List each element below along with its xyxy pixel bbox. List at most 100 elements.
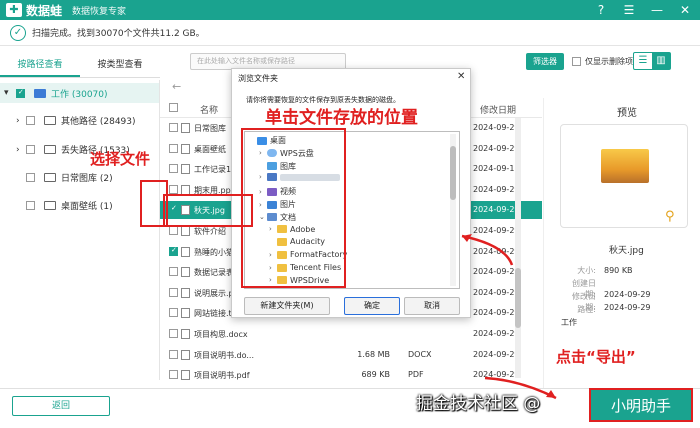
folder-tree-scrollbar[interactable]	[450, 134, 456, 286]
file-size: 689 KB	[361, 370, 390, 380]
app-subtitle: 数据恢复专家	[72, 6, 127, 17]
zoom-icon[interactable]: ⚲	[665, 209, 675, 224]
tab-by-type[interactable]: 按类型查看	[80, 54, 160, 77]
meta-path-value: 工作	[561, 318, 577, 327]
file-icon	[181, 143, 190, 154]
show-deleted-label: 仅显示删除项	[585, 57, 633, 66]
file-icon	[181, 370, 190, 381]
dialog-title: 浏览文件夹	[238, 74, 278, 83]
checkbox-box[interactable]	[169, 370, 178, 380]
checkbox-box[interactable]	[169, 267, 178, 277]
checkbox-box[interactable]	[169, 226, 178, 235]
checkbox-box[interactable]	[169, 329, 178, 338]
preview-view-icon[interactable]: ▥	[652, 53, 670, 69]
file-icon	[181, 308, 190, 319]
file-name: 熟睡的小猫	[194, 247, 234, 257]
show-deleted-toggle[interactable]: 仅显示删除项	[572, 56, 633, 67]
ok-button[interactable]: 确定	[344, 297, 400, 315]
preview-panel: 预览 ⚲ 秋天.jpg 大小: 890 KB 创建日期: 2024-09-29 修改…	[543, 98, 700, 388]
file-name: 数据记录表	[194, 268, 234, 278]
select-all-checkbox[interactable]	[169, 103, 178, 112]
view-mode-buttons: ☰ ▥	[633, 52, 671, 70]
header-name: 名称	[200, 106, 219, 116]
table-row[interactable]: 项目说明书.do... 1.68 MB DOCX 2024-09-29	[160, 346, 542, 364]
table-row[interactable]: 项目构思.docx 2024-09-29	[160, 325, 542, 343]
file-date: 2024-09-29	[473, 143, 520, 153]
file-date: 2024-09-29	[473, 184, 520, 194]
file-name: 说明展示.p	[194, 288, 234, 298]
file-date: 2024-09-29	[473, 123, 520, 132]
file-date: 2024-09-29	[473, 267, 520, 277]
help-icon[interactable]: ?	[594, 2, 608, 18]
annotation-select-file: 选择文件	[90, 150, 151, 168]
watermark: 掘金技术社区 @	[416, 394, 541, 414]
preview-thumbnail-box: ⚲	[560, 124, 688, 228]
file-icon	[181, 267, 190, 278]
menu-icon[interactable]: ☰	[622, 2, 636, 18]
file-list-scrollbar[interactable]	[515, 118, 521, 378]
scrollbar-thumb[interactable]	[515, 268, 521, 328]
checkbox-box[interactable]	[169, 246, 178, 256]
file-date: 2024-09-29	[473, 246, 520, 256]
checkbox-box[interactable]	[169, 123, 178, 132]
title-bar: ✚ 数据蛙 数据恢复专家 ? ☰ — ✕	[0, 0, 700, 20]
file-name: 日常图库	[194, 124, 226, 133]
scan-status-text: 扫描完成。找到30070个文件共11.2 GB。	[32, 29, 205, 39]
file-icon	[181, 226, 190, 236]
checkbox-box[interactable]	[169, 143, 178, 153]
export-button[interactable]: 小明助手	[589, 388, 693, 422]
sidebar	[0, 80, 160, 380]
file-date: 2024-09-29	[473, 287, 520, 297]
cancel-button[interactable]: 取消	[404, 297, 460, 315]
back-arrow-icon[interactable]: ←	[172, 80, 181, 93]
preview-file-name: 秋天.jpg	[609, 246, 644, 256]
show-deleted-checkbox[interactable]	[572, 57, 581, 66]
new-folder-button[interactable]: 新建文件夹(M)	[244, 297, 330, 315]
file-type: PDF	[408, 370, 424, 380]
file-date: 2024-09-29	[473, 329, 520, 338]
frog-logo-icon: ✚	[6, 3, 22, 17]
preview-title: 预览	[617, 108, 637, 119]
file-date: 2024-09-29	[473, 205, 520, 215]
checkbox-box[interactable]	[169, 287, 178, 297]
file-icon	[181, 349, 190, 360]
file-date: 2024-09-29	[473, 370, 520, 380]
tab-by-path[interactable]: 按路径查看	[0, 54, 80, 77]
file-name: 网站链接.t	[194, 309, 232, 319]
filter-button[interactable]: 筛选器	[526, 53, 564, 70]
file-icon	[181, 329, 190, 339]
folder-tree-scroll-thumb[interactable]	[450, 146, 456, 200]
meta-size: 大小: 890 KB	[577, 266, 633, 275]
file-icon	[181, 246, 190, 257]
app-logo-text: 数据蛙	[26, 3, 63, 18]
file-name: 项目说明书.do...	[194, 350, 255, 360]
back-button[interactable]: 返回	[12, 396, 110, 416]
file-type: DOCX	[408, 349, 432, 359]
dialog-close-icon[interactable]: ✕	[457, 71, 465, 82]
file-icon	[181, 123, 190, 133]
file-date: 2024-09-29	[473, 308, 520, 318]
app-logo: ✚ 数据蛙	[6, 2, 62, 19]
annotation-click-location: 单击文件存放的位置	[265, 108, 418, 128]
file-icon	[181, 164, 190, 175]
file-icon	[181, 287, 190, 298]
table-row[interactable]: 项目说明书.pdf 689 KB PDF 2024-09-29	[160, 366, 542, 384]
checkbox-box[interactable]	[169, 349, 178, 359]
minimize-icon[interactable]: —	[650, 2, 664, 18]
view-tabs: 按路径查看 按类型查看	[0, 54, 160, 78]
file-name: 软件介绍	[194, 227, 226, 236]
scan-status-bar: ✓ 扫描完成。找到30070个文件共11.2 GB。	[0, 20, 700, 46]
file-date: 2024-09-29	[473, 226, 520, 235]
file-size: 1.68 MB	[357, 349, 390, 359]
annotation-box-folder-tree	[241, 128, 346, 288]
nav-arrows: ←	[172, 80, 181, 93]
file-name: 项目构思.docx	[194, 330, 248, 339]
checkbox-box[interactable]	[169, 184, 178, 194]
meta-path: 路径:	[577, 305, 596, 314]
checkbox-box[interactable]	[169, 164, 178, 174]
checkbox-box[interactable]	[169, 308, 178, 318]
close-icon[interactable]: ✕	[678, 2, 692, 18]
list-view-icon[interactable]: ☰	[634, 53, 652, 69]
file-name: 桌面壁纸	[194, 144, 226, 154]
file-date: 2024-09-29	[473, 349, 520, 359]
